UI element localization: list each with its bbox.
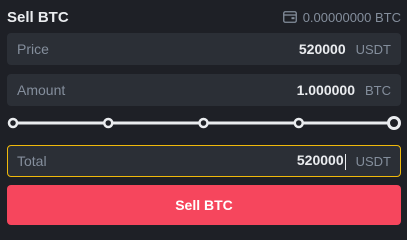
total-value: 520000 (296, 152, 344, 169)
order-title: Sell BTC (7, 8, 69, 26)
amount-input[interactable]: 1.000000 (65, 82, 355, 98)
slider-stop-0[interactable] (7, 117, 19, 129)
text-caret (344, 153, 346, 170)
slider-track[interactable] (7, 113, 401, 133)
price-input[interactable]: 520000 (49, 41, 346, 57)
slider-handle[interactable] (387, 116, 401, 130)
amount-unit: BTC (365, 82, 391, 98)
slider-stop-25[interactable] (103, 117, 114, 129)
order-header: Sell BTC 0.00000000 BTC (7, 6, 401, 28)
price-unit: USDT (355, 41, 391, 57)
total-input[interactable]: 520000 (47, 152, 346, 170)
total-label: Total (17, 153, 47, 169)
price-field[interactable]: Price 520000 USDT (7, 33, 401, 65)
available-balance: 0.00000000 BTC (282, 9, 401, 25)
slider-stop-75[interactable] (293, 117, 304, 129)
price-label: Price (17, 41, 49, 57)
total-unit: USDT (355, 153, 391, 169)
sell-button[interactable]: Sell BTC (7, 185, 401, 225)
balance-value: 0.00000000 BTC (302, 9, 401, 25)
slider-stop-50[interactable] (198, 117, 209, 129)
total-field[interactable]: Total 520000 USDT (7, 145, 401, 177)
wallet-icon (282, 11, 297, 23)
amount-label: Amount (17, 82, 66, 98)
amount-percent-slider[interactable] (7, 113, 401, 133)
amount-field[interactable]: Amount 1.000000 BTC (7, 74, 401, 106)
